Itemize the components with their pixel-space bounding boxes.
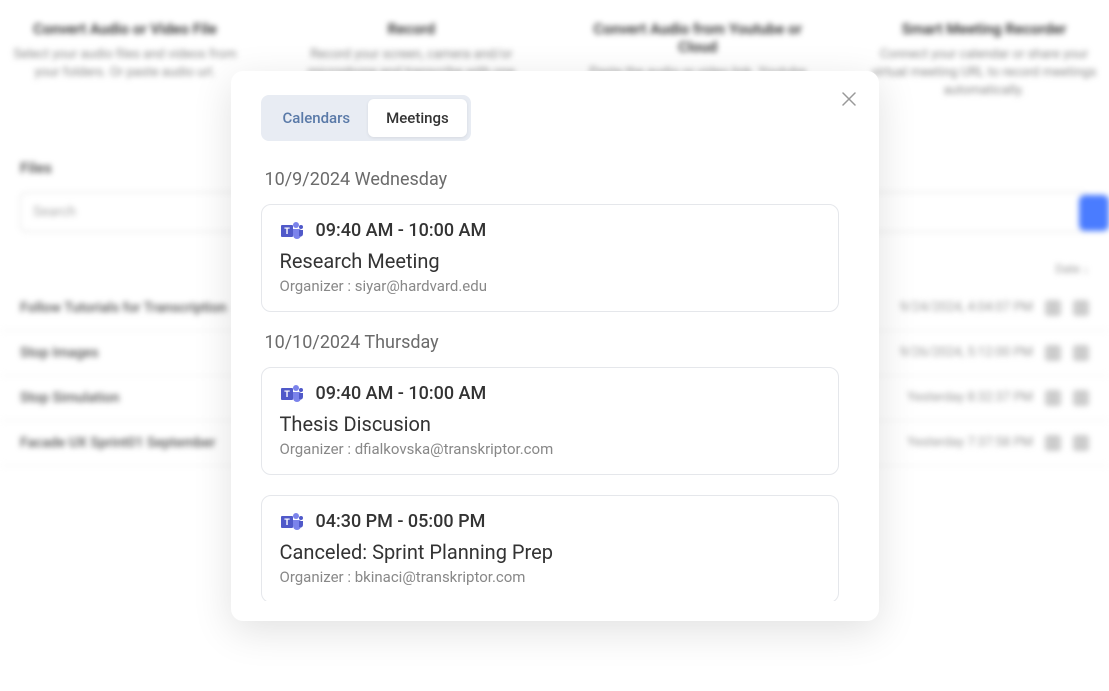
organizer-label: Organizer :	[280, 568, 355, 586]
day-header: 10/10/2024 Thursday	[265, 332, 839, 353]
close-icon	[842, 92, 856, 106]
meetings-list[interactable]: 10/9/2024 Wednesday T 09:40 AM - 10:00 A…	[261, 159, 849, 601]
meeting-card[interactable]: T 04:30 PM - 05:00 PM Canceled: Sprint P…	[261, 495, 839, 601]
meeting-organizer: Organizer : dfialkovska@transkriptor.com	[280, 440, 820, 458]
day-header: 10/9/2024 Wednesday	[265, 169, 839, 190]
svg-text:T: T	[284, 390, 290, 400]
organizer-label: Organizer :	[280, 440, 355, 458]
organizer-label: Organizer :	[280, 277, 355, 295]
organizer-email: dfialkovska@transkriptor.com	[355, 440, 554, 458]
meeting-time: 04:30 PM - 05:00 PM	[316, 511, 486, 532]
tab-meetings[interactable]: Meetings	[368, 99, 467, 137]
teams-icon: T	[280, 382, 304, 406]
meeting-time-row: T 09:40 AM - 10:00 AM	[280, 382, 820, 406]
organizer-email: siyar@hardvard.edu	[355, 277, 487, 295]
teams-icon: T	[280, 219, 304, 243]
meetings-modal: Calendars Meetings 10/9/2024 Wednesday T…	[231, 71, 879, 621]
meeting-organizer: Organizer : siyar@hardvard.edu	[280, 277, 820, 295]
close-button[interactable]	[839, 89, 859, 109]
svg-text:T: T	[284, 227, 290, 237]
meeting-card[interactable]: T 09:40 AM - 10:00 AM Thesis Discusion O…	[261, 367, 839, 475]
meeting-time: 09:40 AM - 10:00 AM	[316, 383, 487, 404]
meeting-time-row: T 09:40 AM - 10:00 AM	[280, 219, 820, 243]
meeting-time-row: T 04:30 PM - 05:00 PM	[280, 510, 820, 534]
meeting-title: Canceled: Sprint Planning Prep	[280, 540, 820, 564]
tab-group: Calendars Meetings	[261, 95, 471, 141]
meeting-title: Thesis Discusion	[280, 412, 820, 436]
meeting-time: 09:40 AM - 10:00 AM	[316, 220, 487, 241]
tab-calendars[interactable]: Calendars	[265, 99, 369, 137]
meeting-title: Research Meeting	[280, 249, 820, 273]
organizer-email: bkinaci@transkriptor.com	[355, 568, 526, 586]
teams-icon: T	[280, 510, 304, 534]
meeting-card[interactable]: T 09:40 AM - 10:00 AM Research Meeting O…	[261, 204, 839, 312]
svg-text:T: T	[284, 518, 290, 528]
meeting-organizer: Organizer : bkinaci@transkriptor.com	[280, 568, 820, 586]
modal-overlay: Calendars Meetings 10/9/2024 Wednesday T…	[0, 0, 1109, 691]
